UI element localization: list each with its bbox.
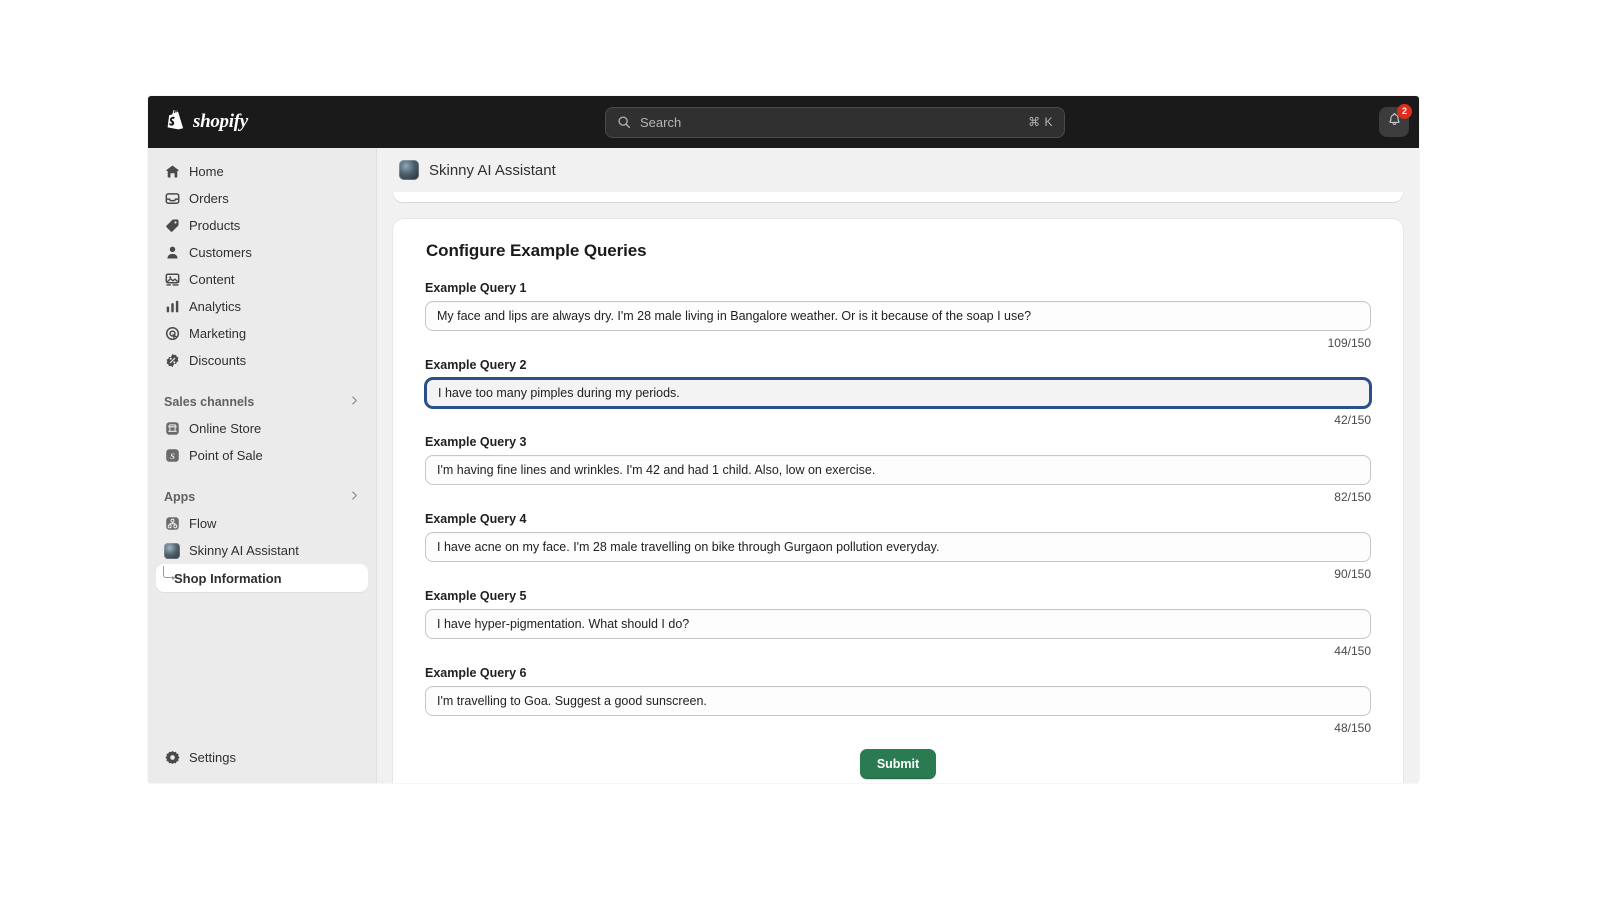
shopify-bag-icon — [164, 110, 186, 134]
example-query-6-input[interactable] — [425, 686, 1371, 716]
sidebar-item-label: Skinny AI Assistant — [189, 543, 299, 558]
global-search[interactable]: Search ⌘ K — [605, 106, 1065, 138]
gear-icon — [164, 750, 180, 766]
sidebar-section-sales-channels[interactable]: Sales channels — [156, 389, 368, 415]
sidebar-item-label: Products — [189, 218, 241, 233]
storefront-icon — [164, 421, 180, 437]
scroll-region[interactable]: Configure Example Queries Example Query … — [377, 192, 1419, 783]
sidebar-section-label: Sales channels — [164, 395, 255, 409]
query-field-4: Example Query 4 90/150 — [425, 512, 1371, 581]
chevron-right-icon — [349, 395, 360, 409]
field-label: Example Query 4 — [425, 512, 527, 526]
field-label: Example Query 3 — [425, 435, 527, 449]
example-query-5-input[interactable] — [425, 609, 1371, 639]
query-field-5: Example Query 5 44/150 — [425, 589, 1371, 658]
sidebar-item-point-of-sale[interactable]: S Point of Sale — [156, 442, 368, 469]
sidebar-sub-item-label: Shop Information — [174, 570, 282, 586]
card-title: Configure Example Queries — [426, 241, 647, 260]
skinny-ai-app-icon — [164, 542, 180, 559]
sidebar-item-skinny-ai-assistant[interactable]: Skinny AI Assistant — [156, 537, 368, 564]
query-field-3: Example Query 3 82/150 — [425, 435, 1371, 504]
sidebar-item-label: Analytics — [189, 299, 242, 314]
notifications-button[interactable]: 2 — [1379, 104, 1412, 137]
sidebar-section-label: Apps — [164, 490, 196, 504]
char-count: 42/150 — [1334, 413, 1371, 427]
sidebar-item-label: Marketing — [189, 326, 247, 341]
search-placeholder: Search — [640, 114, 682, 130]
embedded-app-header: Skinny AI Assistant — [377, 148, 1419, 192]
shopify-brand[interactable]: shopify — [164, 110, 364, 134]
svg-text:S: S — [170, 451, 175, 461]
field-label: Example Query 6 — [425, 666, 527, 680]
example-query-4-input[interactable] — [425, 532, 1371, 562]
query-field-1: Example Query 1 109/150 — [425, 281, 1371, 350]
query-field-2: Example Query 2 42/150 — [425, 358, 1371, 427]
product-tag-icon — [164, 218, 180, 234]
example-query-3-input[interactable] — [425, 455, 1371, 485]
sidebar-item-online-store[interactable]: Online Store — [156, 415, 368, 442]
configure-example-queries-card: Configure Example Queries Example Query … — [393, 219, 1403, 783]
char-count: 109/150 — [1327, 336, 1371, 350]
char-count: 90/150 — [1334, 567, 1371, 581]
search-shortcut-hint: ⌘ K — [1028, 115, 1053, 129]
sidebar-item-settings[interactable]: Settings — [156, 744, 368, 771]
sidebar-item-label: Point of Sale — [189, 448, 263, 463]
elbow-arrow-icon — [163, 566, 176, 580]
field-label: Example Query 2 — [425, 358, 527, 372]
submit-button[interactable]: Submit — [859, 749, 937, 779]
notification-badge-count: 2 — [1397, 104, 1412, 119]
chevron-right-icon — [349, 490, 360, 504]
sidebar-item-analytics[interactable]: Analytics — [156, 293, 368, 320]
top-bar-right-actions: 2 — [1379, 104, 1412, 137]
orders-inbox-icon — [164, 191, 180, 207]
page-title: Skinny AI Assistant — [429, 161, 556, 179]
sidebar-item-shop-information[interactable]: Shop Information — [156, 564, 368, 592]
sidebar-item-label: Home — [189, 164, 224, 179]
field-label: Example Query 1 — [425, 281, 527, 295]
example-query-2-input[interactable] — [425, 378, 1371, 408]
sidebar-item-home[interactable]: Home — [156, 158, 368, 185]
shopify-admin-window: shopify Search ⌘ K 2 Home Orders Product… — [148, 96, 1419, 783]
content-image-icon — [164, 272, 180, 288]
home-icon — [164, 164, 180, 180]
primary-navigation-sidebar: Home Orders Products Customers Content A… — [148, 148, 377, 783]
person-icon — [164, 245, 180, 261]
main-content-area: Skinny AI Assistant Configure Example Qu… — [377, 148, 1419, 783]
submit-row: Submit — [409, 749, 1387, 779]
search-input[interactable]: Search ⌘ K — [605, 106, 1065, 138]
skinny-ai-app-icon — [399, 160, 419, 180]
sidebar-item-flow[interactable]: Flow — [156, 510, 368, 537]
sidebar-item-orders[interactable]: Orders — [156, 185, 368, 212]
previous-card-partial — [393, 192, 1403, 202]
sidebar-section-apps[interactable]: Apps — [156, 484, 368, 510]
pos-icon: S — [164, 448, 180, 464]
sidebar-item-discounts[interactable]: Discounts — [156, 347, 368, 374]
field-label: Example Query 5 — [425, 589, 527, 603]
sidebar-item-label: Discounts — [189, 353, 247, 368]
sidebar-item-content[interactable]: Content — [156, 266, 368, 293]
char-count: 44/150 — [1334, 644, 1371, 658]
sidebar-item-label: Orders — [189, 191, 229, 206]
query-field-6: Example Query 6 48/150 — [425, 666, 1371, 735]
flow-app-icon — [164, 516, 180, 532]
sidebar-item-label: Online Store — [189, 421, 262, 436]
char-count: 82/150 — [1334, 490, 1371, 504]
sidebar-item-label: Customers — [189, 245, 252, 260]
sidebar-item-marketing[interactable]: Marketing — [156, 320, 368, 347]
sidebar-item-label: Settings — [189, 750, 236, 765]
window-body: Home Orders Products Customers Content A… — [148, 148, 1419, 783]
sidebar-item-customers[interactable]: Customers — [156, 239, 368, 266]
example-query-1-input[interactable] — [425, 301, 1371, 331]
search-icon — [617, 115, 631, 129]
sidebar-item-label: Flow — [189, 516, 217, 531]
discount-badge-icon — [164, 353, 180, 369]
sidebar-item-label: Content — [189, 272, 235, 287]
sidebar-item-products[interactable]: Products — [156, 212, 368, 239]
marketing-target-icon — [164, 326, 180, 342]
shopify-wordmark: shopify — [193, 111, 248, 132]
bar-chart-icon — [164, 299, 180, 315]
top-bar: shopify Search ⌘ K 2 — [148, 96, 1419, 148]
char-count: 48/150 — [1334, 721, 1371, 735]
